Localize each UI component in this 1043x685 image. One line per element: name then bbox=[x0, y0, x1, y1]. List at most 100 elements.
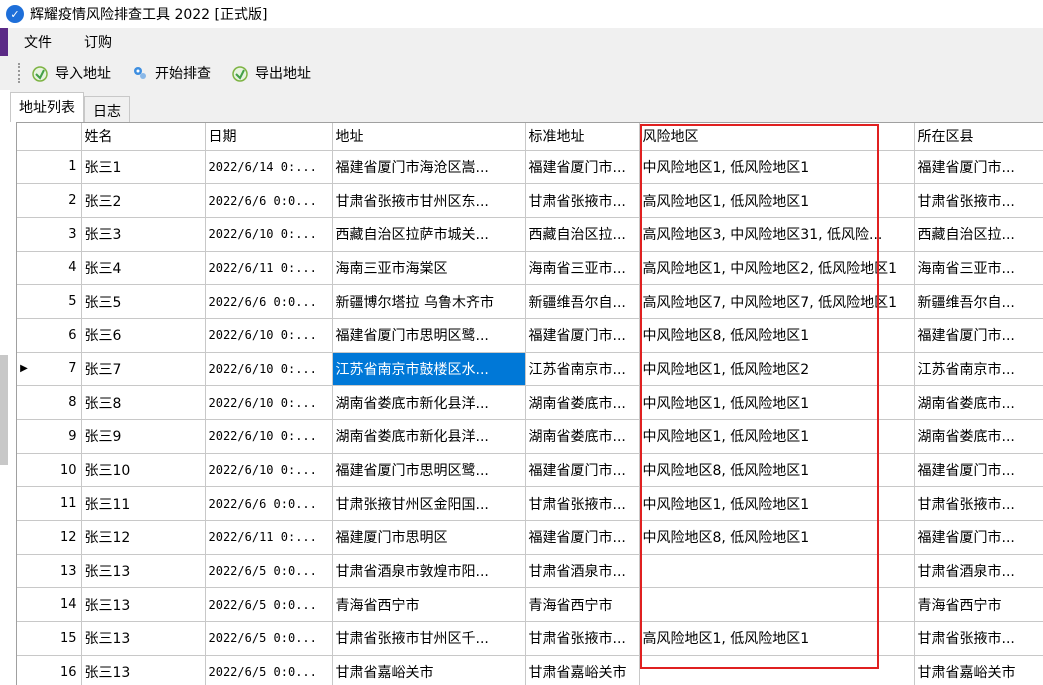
cell-county[interactable]: 甘肃省张掖市... bbox=[914, 183, 1043, 218]
cell-name[interactable]: 张三7 bbox=[81, 352, 206, 387]
start-check-button[interactable]: 开始排查 bbox=[127, 60, 215, 86]
table-row[interactable]: 1 张三1 2022/6/14 0:... 福建省厦门市海沧区嵩... 福建省厦门市..… bbox=[17, 150, 1043, 185]
cell-standard-address[interactable]: 湖南省娄底市... bbox=[525, 385, 640, 420]
row-number[interactable]: 15 bbox=[31, 621, 82, 656]
table-row[interactable]: 12 张三12 2022/6/11 0:... 福建厦门市思明区 福建省厦门市... 中风… bbox=[17, 520, 1043, 555]
row-indicator[interactable] bbox=[17, 318, 31, 353]
cell-risk-area[interactable] bbox=[639, 554, 915, 589]
cell-county[interactable]: 甘肃省张掖市... bbox=[914, 621, 1043, 656]
row-number[interactable]: 2 bbox=[31, 183, 82, 218]
table-row[interactable]: 14 张三13 2022/6/5 0:0... 青海省西宁市 青海省西宁市 青海省西宁市 bbox=[17, 587, 1043, 623]
cell-address[interactable]: 福建省厦门市思明区鹭... bbox=[332, 453, 526, 488]
tab-log[interactable]: 日志 bbox=[84, 96, 130, 122]
cell-name[interactable]: 张三8 bbox=[81, 385, 206, 420]
cell-date[interactable]: 2022/6/5 0:0... bbox=[205, 655, 333, 685]
cell-standard-address[interactable]: 青海省西宁市 bbox=[525, 587, 640, 623]
cell-date[interactable]: 2022/6/10 0:... bbox=[205, 385, 333, 420]
row-number[interactable]: 9 bbox=[31, 419, 82, 454]
table-row[interactable]: 10 张三10 2022/6/10 0:... 福建省厦门市思明区鹭... 福建省厦门市… bbox=[17, 453, 1043, 488]
row-indicator[interactable] bbox=[17, 587, 31, 623]
column-header-name[interactable]: 姓名 bbox=[81, 123, 206, 151]
cell-county[interactable]: 福建省厦门市... bbox=[914, 520, 1043, 555]
cell-date[interactable]: 2022/6/5 0:0... bbox=[205, 554, 333, 589]
table-row[interactable]: 16 张三13 2022/6/5 0:0... 甘肃省嘉峪关市 甘肃省嘉峪关市 甘肃省嘉峪… bbox=[17, 655, 1043, 685]
cell-address[interactable]: 西藏自治区拉萨市城关... bbox=[332, 217, 526, 252]
row-number[interactable]: 10 bbox=[31, 453, 82, 488]
cell-name[interactable]: 张三13 bbox=[81, 621, 206, 656]
cell-risk-area[interactable]: 中风险地区1, 低风险地区2 bbox=[639, 352, 915, 387]
table-row[interactable]: 6 张三6 2022/6/10 0:... 福建省厦门市思明区鹭... 福建省厦门市..… bbox=[17, 318, 1043, 353]
cell-address[interactable]: 海南三亚市海棠区 bbox=[332, 251, 526, 286]
cell-risk-area[interactable]: 高风险地区1, 低风险地区1 bbox=[639, 621, 915, 656]
cell-address[interactable]: 甘肃省嘉峪关市 bbox=[332, 655, 526, 685]
cell-county[interactable]: 福建省厦门市... bbox=[914, 453, 1043, 488]
cell-risk-area[interactable] bbox=[639, 655, 915, 685]
cell-address[interactable]: 甘肃省酒泉市敦煌市阳... bbox=[332, 554, 526, 589]
row-indicator[interactable] bbox=[17, 453, 31, 488]
cell-risk-area[interactable]: 中风险地区8, 低风险地区1 bbox=[639, 318, 915, 353]
cell-standard-address[interactable]: 福建省厦门市... bbox=[525, 520, 640, 555]
cell-risk-area[interactable]: 中风险地区8, 低风险地区1 bbox=[639, 520, 915, 555]
row-indicator[interactable] bbox=[17, 217, 31, 252]
cell-date[interactable]: 2022/6/5 0:0... bbox=[205, 621, 333, 656]
table-row[interactable]: 5 张三5 2022/6/6 0:0... 新疆博尔塔拉 乌鲁木齐市 新疆维吾尔自...… bbox=[17, 284, 1043, 319]
row-number[interactable]: 12 bbox=[31, 520, 82, 555]
cell-name[interactable]: 张三13 bbox=[81, 554, 206, 589]
row-number[interactable]: 7 bbox=[31, 352, 82, 387]
cell-date[interactable]: 2022/6/11 0:... bbox=[205, 251, 333, 286]
row-indicator[interactable] bbox=[17, 251, 31, 286]
cell-address[interactable]: 甘肃省张掖市甘州区千... bbox=[332, 621, 526, 656]
row-number[interactable]: 3 bbox=[31, 217, 82, 252]
cell-date[interactable]: 2022/6/14 0:... bbox=[205, 150, 333, 185]
menu-subscribe[interactable]: 订购 bbox=[78, 30, 118, 54]
cell-standard-address[interactable]: 福建省厦门市... bbox=[525, 318, 640, 353]
cell-standard-address[interactable]: 甘肃省张掖市... bbox=[525, 621, 640, 656]
cell-risk-area[interactable]: 中风险地区1, 低风险地区1 bbox=[639, 385, 915, 420]
cell-standard-address[interactable]: 甘肃省张掖市... bbox=[525, 183, 640, 218]
cell-address[interactable]: 湖南省娄底市新化县洋... bbox=[332, 385, 526, 420]
cell-county[interactable]: 甘肃省嘉峪关市 bbox=[914, 655, 1043, 685]
cell-county[interactable]: 西藏自治区拉... bbox=[914, 217, 1043, 252]
cell-name[interactable]: 张三5 bbox=[81, 284, 206, 319]
cell-standard-address[interactable]: 甘肃省酒泉市... bbox=[525, 554, 640, 589]
table-row[interactable]: 8 张三8 2022/6/10 0:... 湖南省娄底市新化县洋... 湖南省娄底市..… bbox=[17, 385, 1043, 420]
cell-address[interactable]: 甘肃张掖甘州区金阳国... bbox=[332, 486, 526, 522]
cell-standard-address[interactable]: 江苏省南京市... bbox=[525, 352, 640, 387]
import-address-button[interactable]: 导入地址 bbox=[27, 60, 115, 86]
cell-date[interactable]: 2022/6/10 0:... bbox=[205, 318, 333, 353]
export-address-button[interactable]: 导出地址 bbox=[227, 60, 315, 86]
cell-county[interactable]: 海南省三亚市... bbox=[914, 251, 1043, 286]
row-number[interactable]: 6 bbox=[31, 318, 82, 353]
row-number[interactable]: 13 bbox=[31, 554, 82, 589]
cell-date[interactable]: 2022/6/6 0:0... bbox=[205, 183, 333, 218]
corner-cell[interactable] bbox=[17, 123, 31, 151]
cell-county[interactable]: 福建省厦门市... bbox=[914, 318, 1043, 353]
current-row-indicator[interactable]: ▶ bbox=[17, 352, 31, 387]
row-number[interactable]: 14 bbox=[31, 587, 82, 623]
table-row[interactable]: 2 张三2 2022/6/6 0:0... 甘肃省张掖市甘州区东... 甘肃省张掖市..… bbox=[17, 183, 1043, 218]
table-row[interactable]: 11 张三11 2022/6/6 0:0... 甘肃张掖甘州区金阳国... 甘肃省张掖市… bbox=[17, 486, 1043, 522]
menu-file[interactable]: 文件 bbox=[18, 30, 58, 54]
cell-name[interactable]: 张三12 bbox=[81, 520, 206, 555]
cell-county[interactable]: 湖南省娄底市... bbox=[914, 385, 1043, 420]
cell-name[interactable]: 张三4 bbox=[81, 251, 206, 286]
column-header-county[interactable]: 所在区县 bbox=[914, 123, 1043, 151]
cell-date[interactable]: 2022/6/10 0:... bbox=[205, 217, 333, 252]
table-row[interactable]: 13 张三13 2022/6/5 0:0... 甘肃省酒泉市敦煌市阳... 甘肃省酒泉市… bbox=[17, 554, 1043, 589]
row-indicator[interactable] bbox=[17, 621, 31, 656]
column-header-date[interactable]: 日期 bbox=[205, 123, 333, 151]
row-number[interactable]: 1 bbox=[31, 150, 82, 185]
cell-address[interactable]: 福建省厦门市思明区鹭... bbox=[332, 318, 526, 353]
cell-date[interactable]: 2022/6/11 0:... bbox=[205, 520, 333, 555]
cell-risk-area[interactable]: 中风险地区1, 低风险地区1 bbox=[639, 150, 915, 185]
cell-date[interactable]: 2022/6/10 0:... bbox=[205, 453, 333, 488]
row-indicator[interactable] bbox=[17, 419, 31, 454]
cell-date[interactable]: 2022/6/6 0:0... bbox=[205, 284, 333, 319]
table-row[interactable]: 4 张三4 2022/6/11 0:... 海南三亚市海棠区 海南省三亚市... 高风险地… bbox=[17, 251, 1043, 286]
toolbar-grip[interactable] bbox=[18, 63, 21, 83]
cell-county[interactable]: 福建省厦门市... bbox=[914, 150, 1043, 185]
cell-name[interactable]: 张三3 bbox=[81, 217, 206, 252]
cell-standard-address[interactable]: 西藏自治区拉... bbox=[525, 217, 640, 252]
cell-name[interactable]: 张三2 bbox=[81, 183, 206, 218]
cell-risk-area[interactable]: 中风险地区8, 低风险地区1 bbox=[639, 453, 915, 488]
